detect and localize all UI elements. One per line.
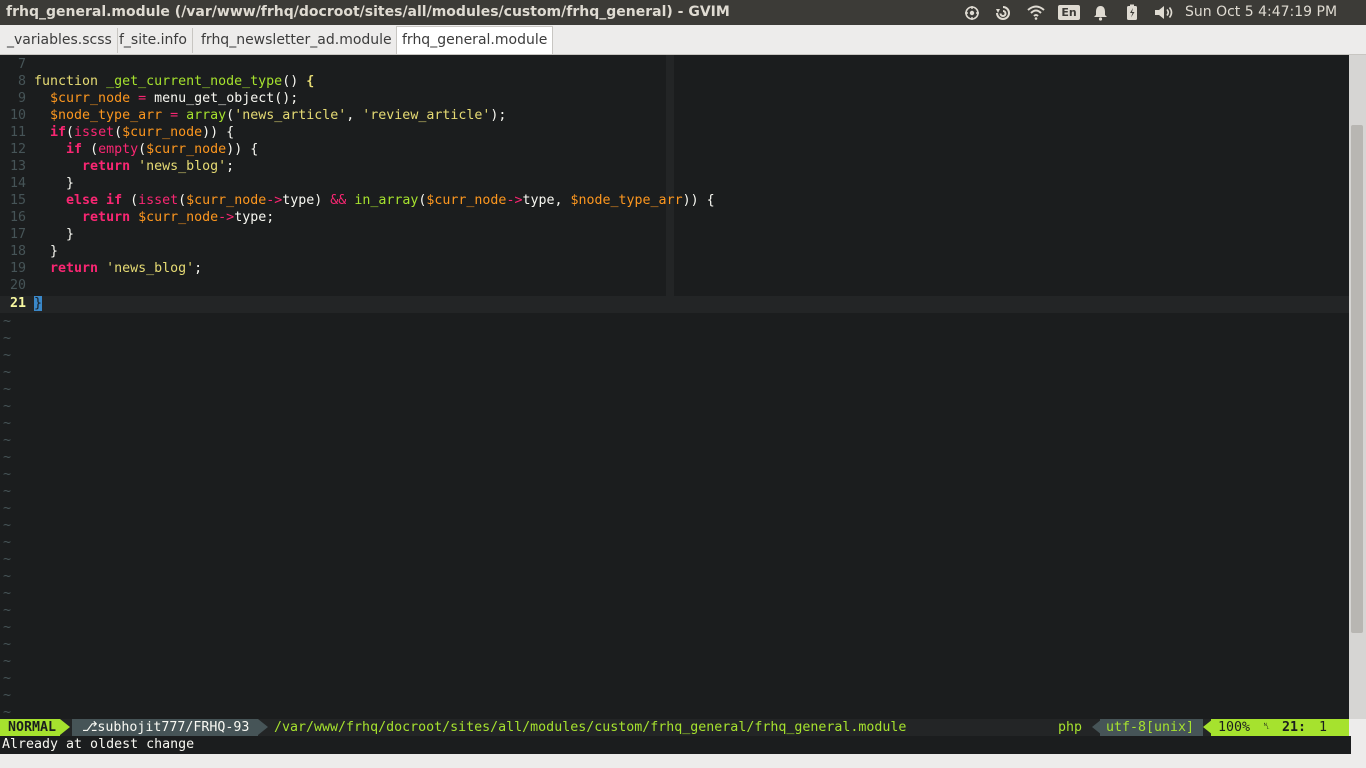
status-line: NORMAL ⎇subhojit777/FRHQ-93 /var/www/frh… [0,719,1349,736]
empty-line-tilde: ~ [3,314,12,329]
empty-line-tilde: ~ [3,331,12,346]
code-line[interactable]: 15 else if (isset($curr_node->type) && i… [0,192,715,209]
empty-line-tilde: ~ [3,671,12,686]
code-line[interactable]: 19 return 'news_blog'; [0,260,202,277]
cursor: } [34,296,43,311]
empty-line-tilde: ~ [3,688,12,703]
code-line[interactable]: 7 [0,56,34,73]
empty-line-tilde: ~ [3,586,12,601]
code-line[interactable]: 10 $node_type_arr = array('news_article'… [0,107,506,124]
window-bottom-edge [0,754,1366,768]
empty-line-tilde: ~ [3,382,12,397]
code-line[interactable]: 17 } [0,226,74,243]
wifi-icon[interactable] [1025,0,1047,25]
system-top-bar: frhq_general.module (/var/www/frhq/docro… [0,0,1366,25]
editor-buffer[interactable]: 7 8 function _get_current_node_type() { 9… [0,55,1349,719]
file-path: /var/www/frhq/docroot/sites/all/modules/… [274,720,907,735]
scrollbar-thumb[interactable] [1351,125,1363,633]
code-line[interactable]: 12 if (empty($curr_node)) { [0,141,258,158]
position-indicator: 100% ␤ 21: 1 [1211,719,1349,736]
sync-indicator-icon[interactable] [962,0,982,25]
empty-line-tilde: ~ [3,535,12,550]
tab-variables-scss[interactable]: _variables.scss [2,28,118,53]
mode-indicator: NORMAL [0,719,60,736]
code-line[interactable]: 13 return 'news_blog'; [0,158,234,175]
empty-line-tilde: ~ [3,484,12,499]
cursor-column: 1 [1319,720,1328,735]
code-line[interactable]: 16 return $curr_node->type; [0,209,274,226]
tab-f-site-info[interactable]: f_site.info [114,28,193,53]
empty-line-tilde: ~ [3,654,12,669]
volume-icon[interactable] [1153,0,1175,25]
separator-arrow [60,719,70,735]
battery-icon[interactable] [1123,0,1141,25]
empty-line-tilde: ~ [3,705,12,719]
empty-line-tilde: ~ [3,637,12,652]
separator-arrow [258,719,268,735]
file-encoding: utf-8[unix] [1100,719,1203,736]
empty-line-tilde: ~ [3,501,12,516]
code-line[interactable]: 20 [0,277,34,294]
filetype: php [1058,720,1083,735]
window-corner [1349,719,1366,754]
empty-line-tilde: ~ [3,433,12,448]
empty-line-tilde: ~ [3,518,12,533]
command-line[interactable]: Already at oldest change [0,736,1351,754]
code-line[interactable]: 18 } [0,243,58,260]
git-branch: ⎇subhojit777/FRHQ-93 [72,719,258,736]
notification-icon[interactable] [1090,0,1110,25]
window-title: frhq_general.module (/var/www/frhq/docro… [6,4,730,20]
keyboard-layout-icon[interactable]: En [1058,0,1080,25]
empty-line-tilde: ~ [3,620,12,635]
code-line[interactable]: 14 } [0,175,74,192]
empty-line-tilde: ~ [3,348,12,363]
line-number-icon: ␤ [1263,722,1271,732]
empty-line-tilde: ~ [3,365,12,380]
dropbox-icon[interactable] [993,0,1013,25]
color-column [666,55,674,296]
code-line[interactable]: 8 function _get_current_node_type() { [0,73,314,90]
empty-line-tilde: ~ [3,552,12,567]
empty-line-tilde: ~ [3,450,12,465]
empty-line-tilde: ~ [3,569,12,584]
code-line[interactable]: 9 $curr_node = menu_get_object(); [0,90,298,107]
scroll-percent: 100% [1218,720,1251,735]
empty-line-tilde: ~ [3,467,12,482]
tab-frhq-newsletter-ad-module[interactable]: frhq_newsletter_ad.module [196,28,398,53]
tab-bar: _variables.scss f_site.info frhq_newslet… [0,25,1366,55]
clock[interactable]: Sun Oct 5 4:47:19 PM [1185,4,1337,20]
empty-line-tilde: ~ [3,416,12,431]
code-line[interactable]: 11 if(isset($curr_node)) { [0,124,234,141]
tab-frhq-general-module[interactable]: frhq_general.module [396,26,554,54]
code-line-current[interactable]: 21} [0,295,43,312]
cursor-line [0,296,1349,313]
empty-line-tilde: ~ [3,399,12,414]
vertical-scrollbar[interactable] [1349,55,1366,719]
empty-line-tilde: ~ [3,603,12,618]
cursor-line-number: 21: [1282,720,1307,735]
